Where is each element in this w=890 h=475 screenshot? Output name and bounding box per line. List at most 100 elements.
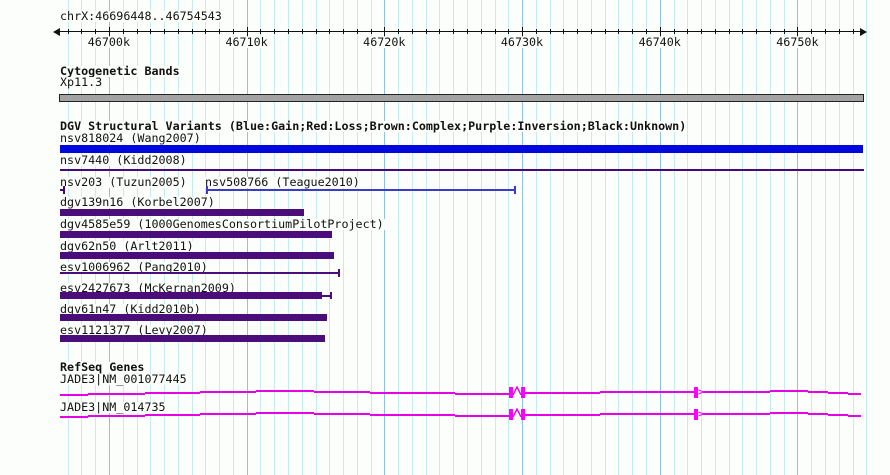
ruler-tick-minor [480, 29, 482, 34]
ruler-tick-minor [177, 29, 179, 34]
gene-exon-segment[interactable] [703, 391, 770, 393]
gene-label[interactable]: JADE3|NM_001077445 [59, 373, 188, 385]
ruler-tick-minor [301, 29, 303, 34]
gene-exon-segment[interactable] [828, 392, 848, 394]
variant-bar[interactable] [60, 335, 325, 342]
grid-line-minor [646, 0, 647, 475]
gene-exon-segment[interactable] [808, 391, 828, 393]
variant-label[interactable]: nsv7440 (Kidd2008) [59, 154, 188, 166]
gene-exon-segment[interactable] [770, 412, 808, 414]
region-title: chrX:46696448..46754543 [59, 9, 223, 23]
grid-line-minor [480, 0, 482, 475]
ruler-tick-minor [219, 29, 221, 34]
cytoband-label[interactable]: Xp11.3 [59, 76, 104, 88]
variant-label[interactable]: nsv203 (Tuzun2005) [59, 176, 188, 188]
gene-exon-segment[interactable] [370, 392, 455, 394]
gene-exon-segment[interactable] [455, 393, 509, 395]
variant-end-cap [330, 292, 332, 299]
variant-line[interactable] [60, 169, 864, 171]
grid-line-major [659, 0, 661, 475]
ruler-tick-minor [604, 29, 606, 34]
gene-exon-segment[interactable] [145, 392, 200, 394]
variant-line[interactable] [206, 189, 515, 191]
ruler-tick-minor [122, 29, 124, 34]
ruler-tick-minor [329, 29, 331, 34]
grid-line-minor [577, 0, 579, 475]
ruler-tick-label: 46700k [86, 35, 131, 49]
ruler-tick-minor [646, 29, 647, 34]
ruler-tick-minor [701, 29, 702, 34]
ruler-tick-minor [714, 29, 716, 34]
variant-bar[interactable] [60, 231, 332, 238]
genome-browser-panel: chrX:46696448..46754543 46700k 46710k 4672… [0, 0, 890, 475]
grid-line-minor [852, 0, 854, 475]
variant-end-cap [63, 186, 65, 194]
variant-bar[interactable] [60, 209, 304, 216]
ruler-tick-minor [150, 29, 152, 34]
gene-exon-segment[interactable] [600, 391, 694, 393]
ruler-tick-minor [260, 29, 262, 34]
gene-splice-caret-icon [513, 408, 521, 417]
variant-end-cap [338, 269, 340, 277]
gene-exon-segment[interactable] [848, 393, 861, 395]
gene-exon-segment[interactable] [200, 413, 256, 415]
ruler-tick-minor [164, 29, 165, 34]
grid-line-minor [466, 0, 468, 475]
gene-exon-segment[interactable] [848, 415, 861, 417]
gene-exon-segment[interactable] [703, 413, 770, 415]
gene-exon-segment[interactable] [200, 391, 256, 393]
gene-exon-segment[interactable] [455, 415, 509, 417]
grid-line-minor [494, 0, 496, 475]
gene-exon-segment[interactable] [600, 413, 694, 415]
variant-line[interactable] [60, 272, 339, 274]
variant-bar[interactable] [60, 292, 322, 299]
ruler-tick-minor [343, 29, 344, 34]
ruler-tick-minor [205, 29, 207, 34]
gene-exon-segment[interactable] [370, 414, 455, 416]
gene-exon-block[interactable] [521, 409, 525, 420]
gene-exon-block[interactable] [521, 387, 525, 398]
gene-exon-segment[interactable] [314, 413, 370, 415]
grid-line-minor [425, 0, 427, 475]
gene-exon-segment[interactable] [60, 416, 88, 418]
ruler-tick-label: 46740k [637, 35, 682, 49]
variant-label[interactable]: dgv139n16 (Korbel2007) [59, 196, 216, 208]
gene-exon-segment[interactable] [88, 415, 145, 417]
grid-line-minor [673, 0, 675, 475]
gene-exon-segment[interactable] [525, 414, 600, 416]
gene-exon-segment[interactable] [314, 391, 370, 393]
ruler-tick-label: 46730k [500, 35, 544, 49]
cytoband-bar[interactable] [59, 94, 864, 102]
grid-line-minor [604, 0, 606, 475]
variant-label[interactable]: dgv4585e59 (1000GenomesConsortiumPilotPr… [59, 218, 385, 230]
gene-strand-arrow-icon: > [698, 409, 705, 420]
ruler-tick-minor [632, 29, 634, 34]
gene-label[interactable]: JADE3|NM_014735 [59, 401, 167, 413]
gene-exon-segment[interactable] [88, 393, 145, 395]
variant-bar[interactable] [60, 252, 334, 259]
gene-exon-segment[interactable] [525, 392, 600, 394]
grid-line-minor [549, 0, 551, 475]
variant-label[interactable]: nsv818024 (Wang2007) [59, 132, 202, 144]
ruler-tick-minor [232, 29, 234, 34]
gene-exon-segment[interactable] [60, 394, 88, 396]
ruler-tick-minor [728, 29, 730, 34]
section-title-dgv-structural-variants: DGV Structural Variants (Blue:Gain;Red:L… [59, 119, 688, 133]
ruler-tick-minor [825, 29, 826, 34]
ruler-axis-line [60, 31, 860, 32]
gene-exon-segment[interactable] [256, 390, 314, 392]
ruler-tick-minor [563, 29, 565, 34]
gene-exon-segment[interactable] [770, 390, 808, 392]
gene-exon-segment[interactable] [145, 414, 200, 416]
grid-line-major [384, 0, 386, 475]
variant-label[interactable]: dgv62n50 (Arlt2011) [59, 240, 195, 252]
gene-exon-segment[interactable] [256, 412, 314, 414]
ruler-tick-minor [838, 29, 840, 34]
ruler-tick-minor [439, 29, 441, 34]
gene-exon-segment[interactable] [828, 414, 848, 416]
gene-exon-segment[interactable] [808, 413, 828, 415]
variant-label[interactable]: nsv508766 (Teague2010) [204, 176, 361, 188]
variant-bar[interactable] [60, 314, 327, 321]
grid-line-minor [701, 0, 702, 475]
variant-bar[interactable] [60, 145, 863, 153]
